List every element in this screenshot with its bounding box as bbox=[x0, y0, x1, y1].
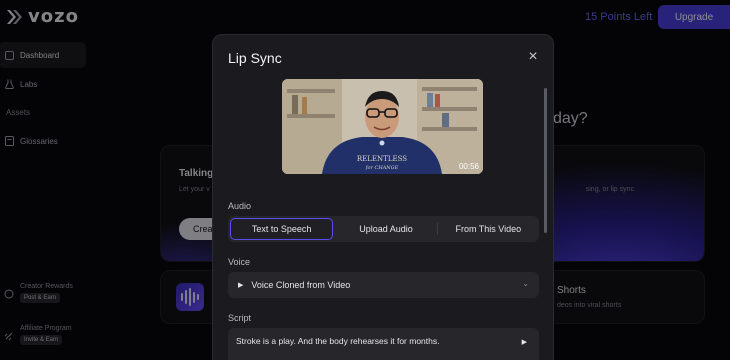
audio-label: Audio bbox=[228, 201, 252, 211]
voice-label: Voice bbox=[228, 257, 251, 267]
video-duration: 00:56 bbox=[458, 162, 479, 171]
script-text: Stroke is a play. And the body rehearses… bbox=[236, 336, 440, 346]
modal-title: Lip Sync bbox=[228, 50, 282, 66]
tab-text-to-speech[interactable]: Text to Speech bbox=[230, 218, 334, 240]
chevron-down-icon: ⌄ bbox=[522, 279, 529, 288]
voice-select[interactable]: ▶ Voice Cloned from Video ⌄ bbox=[228, 272, 539, 298]
close-icon[interactable]: × bbox=[525, 49, 541, 66]
tab-upload-audio[interactable]: Upload Audio bbox=[335, 216, 436, 242]
play-icon[interactable]: ▶ bbox=[238, 281, 243, 289]
modal-scrollbar[interactable] bbox=[544, 88, 547, 233]
tab-from-this-video[interactable]: From This Video bbox=[438, 216, 539, 242]
play-icon[interactable]: ▶ bbox=[522, 338, 527, 346]
script-input[interactable]: Stroke is a play. And the body rehearses… bbox=[228, 328, 539, 360]
audio-source-tabs: Text to Speech Upload Audio From This Vi… bbox=[228, 216, 539, 242]
voice-value: Voice Cloned from Video bbox=[251, 280, 351, 290]
lip-sync-modal: Lip Sync × RELENTLESS for CHANGE 00:56 A… bbox=[212, 34, 554, 360]
video-thumbnail: RELENTLESS for CHANGE bbox=[282, 79, 483, 174]
script-label: Script bbox=[228, 313, 252, 323]
shirt-text: for CHANGE bbox=[365, 165, 399, 171]
video-preview[interactable]: RELENTLESS for CHANGE 00:56 bbox=[282, 79, 483, 174]
app-window: vozo 15 Points Left Upgrade Dashboard La… bbox=[0, 0, 730, 360]
shirt-text: RELENTLESS bbox=[357, 155, 407, 163]
